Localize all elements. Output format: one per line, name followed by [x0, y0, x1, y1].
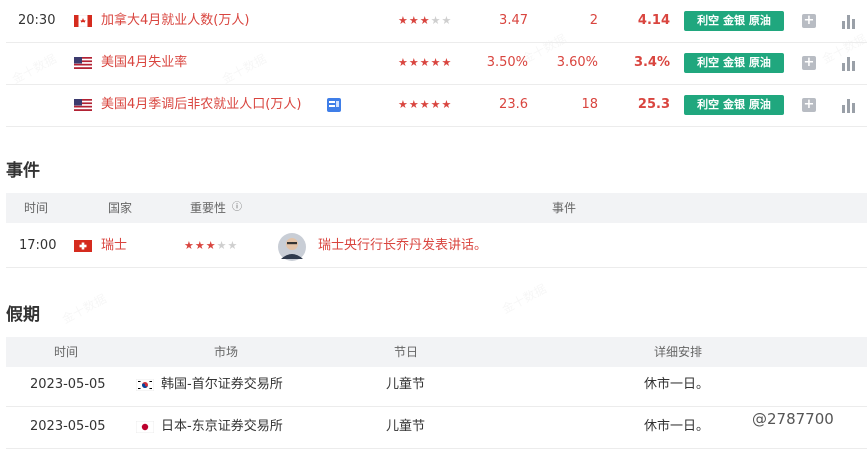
chart-icon[interactable]	[842, 55, 856, 71]
events-section-title: 事件	[6, 161, 40, 181]
forecast-value: 3.60%	[556, 55, 598, 70]
watermark: 金十数据	[59, 290, 109, 328]
japan-flag-icon	[136, 421, 154, 433]
header-detail: 详细安排	[654, 345, 703, 359]
watermark: 金十数据	[499, 280, 549, 318]
header-time: 时间	[24, 201, 49, 215]
user-watermark: @2787700	[752, 406, 834, 432]
holiday-row: 2023-05-05 韩国-首尔证券交易所 儿童节 休市一日。	[6, 364, 867, 407]
holiday-date: 2023-05-05	[30, 419, 106, 434]
holiday-detail: 休市一日。	[644, 419, 710, 434]
time-label: 20:30	[18, 13, 56, 28]
usa-flag-icon	[74, 99, 92, 111]
indicator-name[interactable]: 美国4月失业率	[101, 42, 187, 84]
indicator-name[interactable]: 加拿大4月就业人数(万人)	[101, 0, 249, 42]
holiday-date: 2023-05-05	[30, 377, 106, 392]
market-name: 日本-东京证券交易所	[161, 419, 283, 434]
header-holiday: 节日	[394, 345, 419, 359]
holidays-table-header: 时间 市场 节日 详细安排	[6, 337, 867, 367]
header-importance: 重要性	[190, 201, 227, 215]
canada-flag-icon	[74, 15, 92, 27]
document-icon[interactable]	[326, 97, 342, 113]
chart-icon[interactable]	[842, 13, 856, 29]
actual-value: 25.3	[637, 97, 670, 112]
market-name: 韩国-首尔证券交易所	[161, 377, 283, 392]
header-time: 时间	[54, 345, 79, 359]
forecast-value: 2	[589, 13, 598, 28]
events-table-header: 时间 国家 重要性 ⓘ 事件	[6, 193, 867, 223]
holiday-detail: 休市一日。	[644, 377, 710, 392]
header-event: 事件	[552, 201, 577, 215]
holiday-name: 儿童节	[386, 419, 426, 434]
event-row[interactable]: 17:00 瑞士 ★★★★★ 瑞士央行行长乔丹发表讲话。	[6, 225, 867, 268]
indicator-row[interactable]: 美国4月季调后非农就业人口(万人) ★★★★★ 23.6 18 25.3 利空 …	[6, 84, 867, 127]
chart-icon[interactable]	[842, 97, 856, 113]
importance-stars: ★★★★★	[398, 98, 453, 111]
previous-value: 3.47	[499, 13, 528, 28]
actual-value: 3.4%	[633, 55, 670, 70]
add-icon[interactable]: +	[802, 56, 816, 70]
impact-tag: 利空 金银 原油	[684, 95, 784, 115]
holiday-name: 儿童节	[386, 377, 426, 392]
holiday-row: 2023-05-05 日本-东京证券交易所 儿童节 休市一日。	[6, 406, 867, 449]
previous-value: 3.50%	[486, 55, 528, 70]
add-icon[interactable]: +	[802, 14, 816, 28]
importance-stars: ★★★★★	[184, 239, 239, 252]
forecast-value: 18	[581, 97, 598, 112]
indicator-name[interactable]: 美国4月季调后非农就业人口(万人)	[101, 84, 301, 126]
time-label: 17:00	[19, 238, 57, 253]
header-market: 市场	[214, 345, 239, 359]
speaker-avatar	[278, 233, 306, 261]
usa-flag-icon	[74, 57, 92, 69]
country-name: 瑞士	[101, 238, 128, 253]
impact-tag: 利空 金银 原油	[684, 53, 784, 73]
info-icon[interactable]: ⓘ	[232, 193, 242, 223]
holidays-section-title: 假期	[6, 305, 40, 325]
event-description[interactable]: 瑞士央行行长乔丹发表讲话。	[318, 225, 487, 267]
user-mark-text: @2787700	[752, 410, 834, 428]
korea-flag-icon	[136, 379, 154, 391]
header-country: 国家	[108, 201, 133, 215]
indicator-row[interactable]: 美国4月失业率 ★★★★★ 3.50% 3.60% 3.4% 利空 金银 原油 …	[6, 42, 867, 85]
impact-tag: 利空 金银 原油	[684, 11, 784, 31]
previous-value: 23.6	[499, 97, 528, 112]
switzerland-flag-icon	[74, 240, 92, 252]
add-icon[interactable]: +	[802, 98, 816, 112]
importance-stars: ★★★★★	[398, 14, 453, 27]
importance-stars: ★★★★★	[398, 56, 453, 69]
indicator-row[interactable]: 20:30 加拿大4月就业人数(万人) ★★★★★ 3.47 2 4.14 利空…	[6, 0, 867, 43]
actual-value: 4.14	[637, 13, 670, 28]
